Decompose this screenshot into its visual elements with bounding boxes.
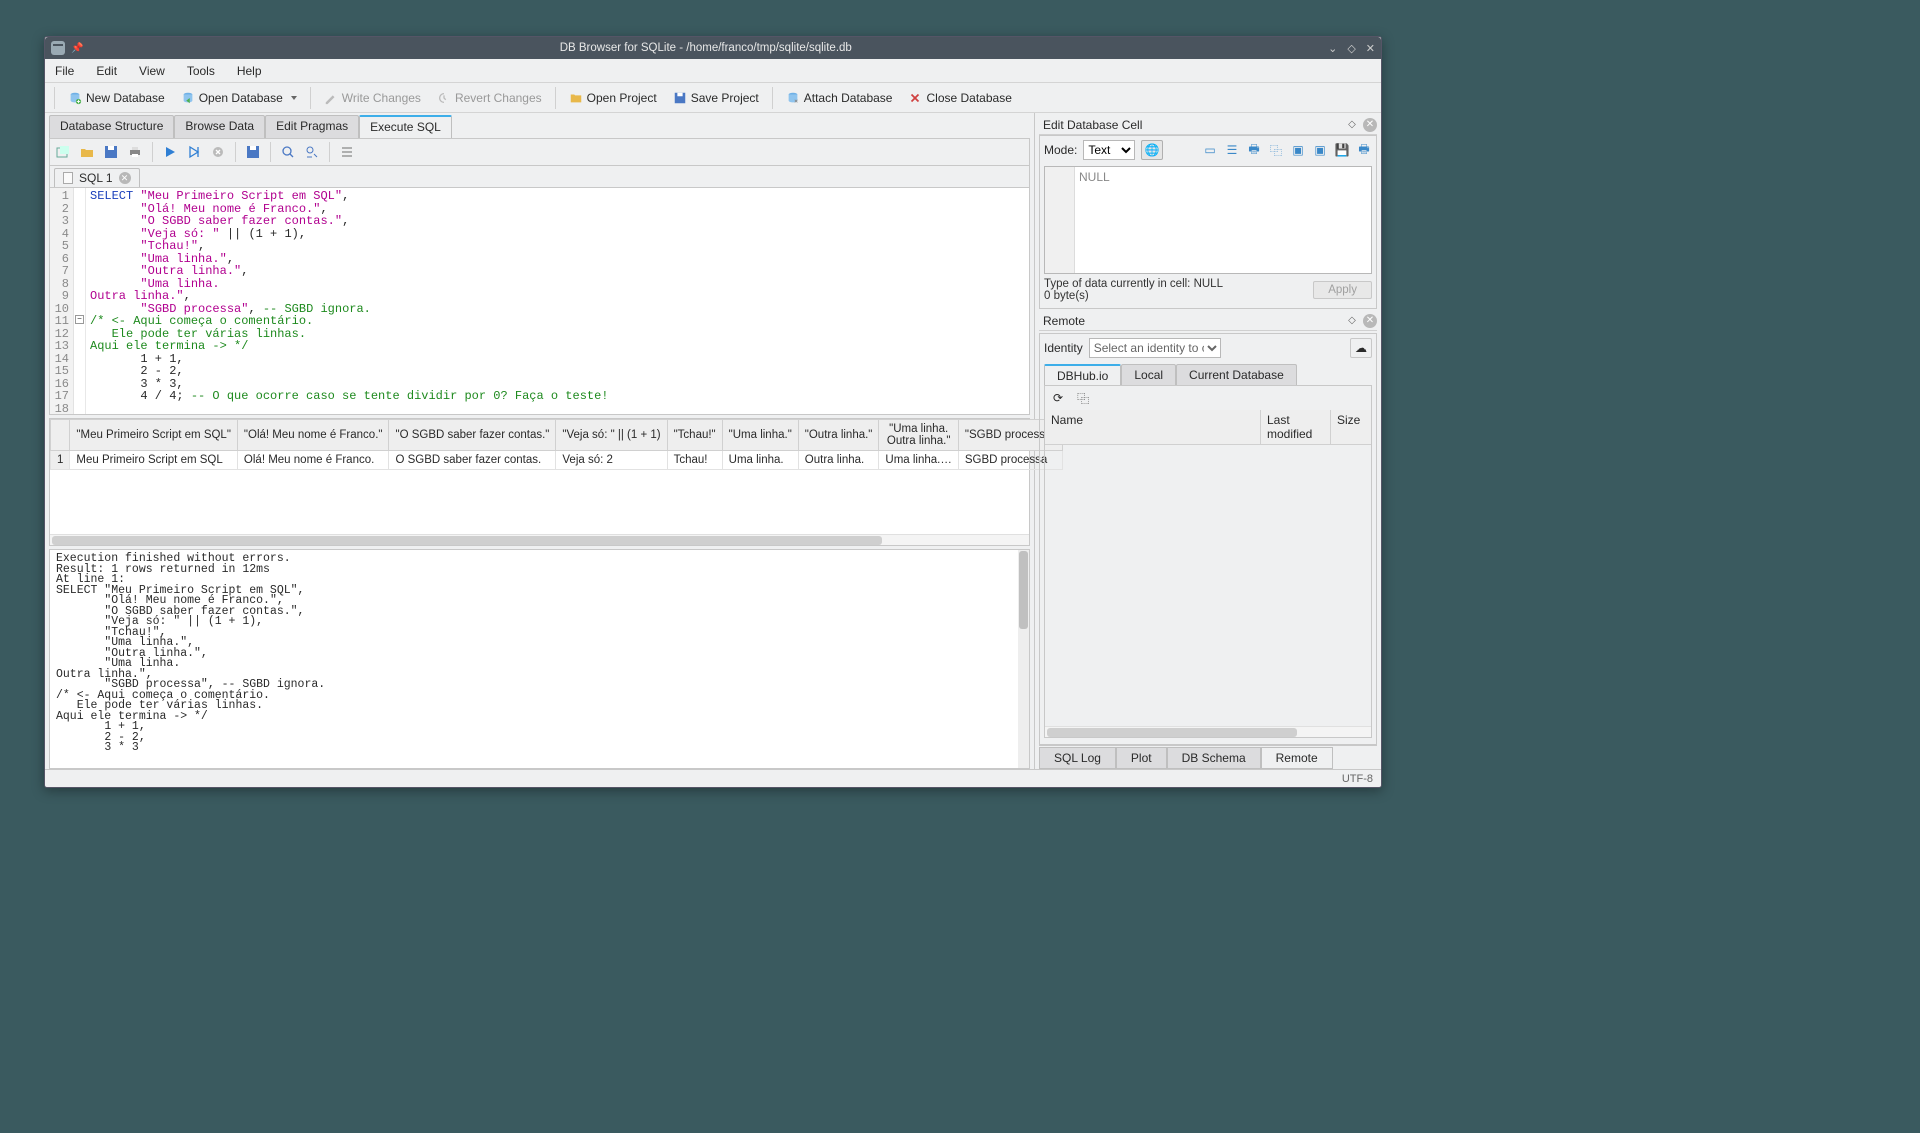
remote-pane-header[interactable]: Remote ◇ ✕ bbox=[1039, 311, 1377, 331]
clone-remote-icon[interactable]: ⿻ bbox=[1077, 390, 1089, 407]
app-icon bbox=[51, 41, 65, 55]
line-gutter: 1 2 3 4 5 6 7 8 9 10 11 12 13 14 15 16 1… bbox=[50, 188, 74, 414]
apply-button[interactable]: Apply bbox=[1313, 281, 1372, 299]
cell-image-icon[interactable]: ▣ bbox=[1290, 142, 1306, 158]
minimize-button[interactable]: ⌄ bbox=[1328, 42, 1337, 55]
print-icon[interactable] bbox=[128, 145, 142, 159]
mode-label: Mode: bbox=[1044, 143, 1077, 157]
mode-select[interactable]: Text bbox=[1083, 140, 1135, 160]
encoding-label: UTF-8 bbox=[1342, 773, 1373, 785]
execute-icon[interactable] bbox=[163, 145, 177, 159]
edit-cell-pane: Mode: Text 🌐 ▭ ☰ 🖶 ⿻ ▣ ▣ 💾 🖶 NULL bbox=[1039, 135, 1377, 309]
open-project-button[interactable]: Open Project bbox=[563, 88, 663, 108]
pin-icon[interactable]: 📌 bbox=[71, 43, 83, 54]
tab-db-schema[interactable]: DB Schema bbox=[1167, 747, 1261, 769]
new-database-button[interactable]: New Database bbox=[62, 88, 171, 108]
remote-pane: Identity Select an identity to connect ☁… bbox=[1039, 333, 1377, 745]
find-icon[interactable] bbox=[281, 145, 295, 159]
tab-sql-log[interactable]: SQL Log bbox=[1039, 747, 1116, 769]
side-panels: Edit Database Cell ◇ ✕ Mode: Text 🌐 ▭ ☰ … bbox=[1035, 113, 1381, 769]
sql-file-tab[interactable]: SQL 1 ✕ bbox=[54, 168, 140, 187]
tab-local[interactable]: Local bbox=[1121, 364, 1176, 386]
attach-database-button[interactable]: Attach Database bbox=[780, 88, 899, 108]
cell-save-icon[interactable]: 💾 bbox=[1334, 142, 1350, 158]
tab-remote[interactable]: Remote bbox=[1261, 747, 1333, 769]
sql-toolbar bbox=[49, 138, 1030, 165]
cell-nullify-icon[interactable]: ▭ bbox=[1202, 142, 1218, 158]
close-database-button[interactable]: Close Database bbox=[902, 88, 1017, 108]
identity-label: Identity bbox=[1044, 341, 1083, 355]
revert-changes-button[interactable]: Revert Changes bbox=[431, 88, 548, 108]
bottom-tabs: SQL Log Plot DB Schema Remote bbox=[1039, 745, 1377, 769]
maximize-button[interactable]: ◇ bbox=[1347, 42, 1355, 55]
tab-plot[interactable]: Plot bbox=[1116, 747, 1167, 769]
tab-browse[interactable]: Browse Data bbox=[174, 115, 265, 138]
cell-print2-icon[interactable]: 🖶 bbox=[1356, 142, 1372, 158]
menu-view[interactable]: View bbox=[135, 62, 169, 80]
close-tab-icon[interactable]: ✕ bbox=[119, 172, 131, 184]
tab-execute-sql[interactable]: Execute SQL bbox=[359, 115, 452, 138]
statusbar: UTF-8 bbox=[45, 769, 1381, 787]
execute-line-icon[interactable] bbox=[187, 145, 201, 159]
remote-add-icon[interactable]: ☁ bbox=[1350, 338, 1372, 358]
tab-dbhub[interactable]: DBHub.io bbox=[1044, 364, 1121, 386]
save-project-button[interactable]: Save Project bbox=[667, 88, 765, 108]
log-vscroll[interactable] bbox=[1018, 550, 1029, 768]
cell-text-area[interactable]: NULL bbox=[1044, 166, 1372, 274]
results-hscroll[interactable] bbox=[50, 534, 1029, 545]
open-file-icon[interactable] bbox=[80, 145, 94, 159]
menubar: File Edit View Tools Help bbox=[45, 59, 1381, 83]
sql-editor[interactable]: 1 2 3 4 5 6 7 8 9 10 11 12 13 14 15 16 1… bbox=[49, 187, 1030, 415]
refresh-remote-icon[interactable]: ⟳ bbox=[1053, 391, 1063, 405]
write-changes-button[interactable]: Write Changes bbox=[318, 88, 427, 108]
main-tabs: Database Structure Browse Data Edit Prag… bbox=[49, 115, 1030, 138]
export-cell-icon[interactable]: 🌐 bbox=[1141, 140, 1163, 160]
menu-file[interactable]: File bbox=[51, 62, 78, 80]
cell-indent-icon[interactable]: ☰ bbox=[1224, 142, 1240, 158]
remote-hscroll[interactable] bbox=[1045, 726, 1371, 737]
cell-size-label: 0 byte(s) bbox=[1044, 290, 1223, 302]
tab-pragmas[interactable]: Edit Pragmas bbox=[265, 115, 359, 138]
detach-remote-icon[interactable]: ◇ bbox=[1345, 314, 1359, 328]
cell-pane-header[interactable]: Edit Database Cell ◇ ✕ bbox=[1039, 115, 1377, 135]
app-window: 📌 DB Browser for SQLite - /home/franco/t… bbox=[44, 36, 1382, 788]
titlebar[interactable]: 📌 DB Browser for SQLite - /home/franco/t… bbox=[45, 37, 1381, 59]
save-file-icon[interactable] bbox=[104, 145, 118, 159]
close-remote-icon[interactable]: ✕ bbox=[1363, 314, 1377, 328]
tab-structure[interactable]: Database Structure bbox=[49, 115, 174, 138]
cell-image2-icon[interactable]: ▣ bbox=[1312, 142, 1328, 158]
save-results-icon[interactable] bbox=[246, 145, 260, 159]
detach-icon[interactable]: ◇ bbox=[1345, 118, 1359, 132]
cell-copy-icon[interactable]: ⿻ bbox=[1268, 142, 1284, 158]
file-icon bbox=[63, 172, 73, 184]
close-pane-icon[interactable]: ✕ bbox=[1363, 118, 1377, 132]
main-toolbar: New Database Open Database Write Changes… bbox=[45, 83, 1381, 113]
menu-edit[interactable]: Edit bbox=[92, 62, 121, 80]
window-title: DB Browser for SQLite - /home/franco/tmp… bbox=[83, 42, 1328, 54]
cell-type-label: Type of data currently in cell: NULL bbox=[1044, 278, 1223, 290]
find-replace-icon[interactable] bbox=[305, 145, 319, 159]
new-tab-icon[interactable] bbox=[56, 145, 70, 159]
identity-select[interactable]: Select an identity to connect bbox=[1089, 338, 1221, 358]
execution-log: Execution finished without errors. Resul… bbox=[49, 549, 1030, 769]
main-area: Database Structure Browse Data Edit Prag… bbox=[45, 113, 1035, 769]
fold-gutter[interactable]: − bbox=[74, 188, 86, 414]
close-window-button[interactable]: ✕ bbox=[1366, 42, 1375, 55]
cell-print-icon[interactable]: 🖶 bbox=[1246, 142, 1262, 158]
results-grid[interactable]: "Meu Primeiro Script em SQL""Olá! Meu no… bbox=[49, 418, 1030, 546]
tab-current-db[interactable]: Current Database bbox=[1176, 364, 1297, 386]
stop-icon[interactable] bbox=[211, 145, 225, 159]
code-area[interactable]: SELECT "Meu Primeiro Script em SQL", "Ol… bbox=[86, 188, 1029, 414]
sql-file-tabs: SQL 1 ✕ bbox=[49, 165, 1030, 187]
remote-table[interactable]: Name Last modified Size bbox=[1045, 410, 1371, 726]
menu-tools[interactable]: Tools bbox=[183, 62, 219, 80]
indent-icon[interactable] bbox=[340, 145, 354, 159]
open-database-button[interactable]: Open Database bbox=[175, 88, 303, 108]
menu-help[interactable]: Help bbox=[233, 62, 266, 80]
